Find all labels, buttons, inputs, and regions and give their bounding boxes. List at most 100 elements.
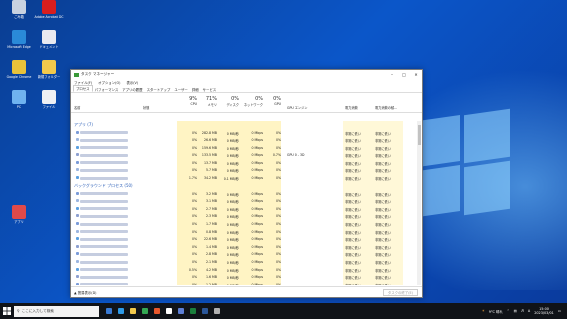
- col-memory[interactable]: 71% メモリ: [199, 96, 217, 107]
- process-row[interactable]: 0% 1.6 MB 0 MB/秒 0 Mbps 0% 非常に低い 非常に低い: [71, 274, 417, 282]
- cell-power: 非常に低い: [345, 177, 361, 182]
- chevron-up-icon[interactable]: ⌃: [507, 309, 510, 313]
- cell-disk: 0 MB/秒: [226, 238, 239, 243]
- col-name[interactable]: 名前: [74, 105, 80, 110]
- cell-cpu: 0%: [191, 130, 197, 135]
- network-icon[interactable]: ▤: [514, 309, 517, 313]
- app-icon: [12, 90, 26, 104]
- cell-gpu: 0%: [275, 199, 281, 204]
- tab-startup[interactable]: スタートアップ: [145, 87, 173, 92]
- cell-mem: 22.6 MB: [203, 237, 217, 242]
- notification-icon[interactable]: ▭: [558, 309, 561, 313]
- volume-icon[interactable]: ♬: [521, 309, 524, 313]
- cell-disk: 0 MB/秒: [226, 207, 239, 212]
- process-row[interactable]: 1.7% 34.2 MB 0.1 MB/秒 0 Mbps 0% 非常に低い 非常に低い: [71, 175, 417, 183]
- process-name-blurred: [80, 176, 128, 180]
- desktop-icon[interactable]: ファイル: [32, 90, 66, 128]
- app-icon: [12, 0, 26, 14]
- process-row[interactable]: 0% 1.7 MB 0 MB/秒 0 Mbps 0% 非常に低い 非常に低い: [71, 221, 417, 229]
- tab-users[interactable]: ユーザー: [172, 87, 190, 92]
- tab-processes[interactable]: プロセス: [73, 85, 93, 92]
- cell-disk: 0 MB/秒: [226, 230, 239, 235]
- cell-net: 0 Mbps: [251, 260, 264, 264]
- cell-cpu: 0%: [191, 282, 197, 285]
- process-row[interactable]: 0% 22.6 MB 0 MB/秒 0 Mbps 0% 非常に低い 非常に低い: [71, 236, 417, 244]
- process-icon: [76, 214, 79, 218]
- process-icon: [76, 153, 79, 157]
- tab-app-history[interactable]: アプリの履歴: [120, 87, 144, 92]
- process-row[interactable]: 0% 2.3 MB 0 MB/秒 0 Mbps 0% 非常に低い 非常に低い: [71, 213, 417, 221]
- clock[interactable]: 15:00 2023/03/01: [534, 307, 554, 315]
- cell-gpu: 0.7%: [272, 153, 281, 158]
- taskbar-app-icon[interactable]: [118, 308, 124, 314]
- process-row[interactable]: 0% 3.2 MB 0 MB/秒 0 Mbps 0% 非常に低い 非常に低い: [71, 190, 417, 198]
- cell-mem: 2.3 MB: [205, 214, 217, 219]
- cell-gpu: 0%: [275, 229, 281, 234]
- cell-mem: 2.8 MB: [205, 252, 217, 257]
- process-list: アプリ (7) 0% 282.8 MB 0 MB/秒 0 Mbps 0% 非常に低い 非常に低…: [71, 121, 417, 285]
- menu-options[interactable]: オプション(O): [98, 80, 120, 85]
- taskbar-app-icon[interactable]: [202, 308, 208, 314]
- close-icon[interactable]: ✕: [410, 72, 422, 77]
- col-power[interactable]: 電力消費: [345, 105, 358, 110]
- taskbar-app-icon[interactable]: [154, 308, 160, 314]
- process-name-blurred: [80, 245, 128, 249]
- col-power-trend[interactable]: 電力消費の傾...: [375, 105, 397, 110]
- maximize-icon[interactable]: □: [398, 72, 410, 77]
- col-gpu-engine[interactable]: GPU エンジン: [287, 105, 308, 110]
- col-gpu[interactable]: 0% GPU: [267, 96, 281, 106]
- cell-power: 非常に低い: [345, 223, 361, 228]
- col-network[interactable]: 0% ネットワーク: [241, 96, 263, 107]
- taskbar-app-icon[interactable]: [214, 308, 220, 314]
- taskbar-app-icon[interactable]: [166, 308, 172, 314]
- taskbar-app-icon[interactable]: [178, 308, 184, 314]
- taskbar-app-icon[interactable]: [130, 308, 136, 314]
- minimize-icon[interactable]: –: [386, 72, 398, 77]
- process-row[interactable]: 0% 3.1 MB 0 MB/秒 0 Mbps 0% 非常に低い 非常に低い: [71, 198, 417, 206]
- process-row[interactable]: 0% 1.4 MB 0 MB/秒 0 Mbps 0% 非常に低い 非常に低い: [71, 243, 417, 251]
- section-apps[interactable]: アプリ (7): [71, 121, 417, 129]
- col-cpu[interactable]: 9% CPU: [179, 96, 197, 106]
- taskbar-app-icon[interactable]: [190, 308, 196, 314]
- process-name-blurred: [80, 192, 128, 196]
- menu-file[interactable]: ファイル(F): [74, 80, 92, 85]
- process-row[interactable]: 0% 282.8 MB 0 MB/秒 0 Mbps 0% 非常に低い 非常に低い: [71, 129, 417, 137]
- process-row[interactable]: 0% 2.7 MB 0 MB/秒 0 Mbps 0% 非常に低い 非常に低い: [71, 205, 417, 213]
- app-icon: [12, 205, 26, 219]
- taskbar-app-icon[interactable]: [142, 308, 148, 314]
- process-row[interactable]: 0% 5.7 MB 0 MB/秒 0 Mbps 0% 非常に低い 非常に低い: [71, 167, 417, 175]
- process-row[interactable]: 0% 2.1 MB 0 MB/秒 0 Mbps 0% 非常に低い 非常に低い: [71, 259, 417, 267]
- end-task-button[interactable]: タスクの終了(E): [382, 289, 418, 296]
- process-row[interactable]: 0% 0.8 MB 0 MB/秒 0 Mbps 0% 非常に低い 非常に低い: [71, 228, 417, 236]
- process-row[interactable]: 0.5% 4.2 MB 0 MB/秒 0 Mbps 0% 非常に低い 非常に低い: [71, 266, 417, 274]
- cell-net: 0 Mbps: [251, 229, 264, 234]
- tab-services[interactable]: サービス: [201, 87, 219, 92]
- tab-performance[interactable]: パフォーマンス: [93, 87, 121, 92]
- title-bar[interactable]: タスク マネージャー – □ ✕: [71, 70, 422, 79]
- scrollbar-thumb[interactable]: [417, 125, 421, 145]
- tab-details[interactable]: 詳細: [190, 87, 201, 92]
- start-button[interactable]: [0, 303, 14, 319]
- section-background[interactable]: バックグラウンド プロセス (50): [71, 182, 417, 190]
- weather-icon[interactable]: ☀: [482, 309, 485, 313]
- ime-indicator[interactable]: A: [528, 309, 530, 313]
- cell-gpu-engine: GPU 0 - 3D: [287, 153, 305, 158]
- process-row[interactable]: 0% 1.2 MB 0 MB/秒 0 Mbps 0% 非常に低い 非常に低い: [71, 281, 417, 285]
- desktop-icon[interactable]: アプリ: [2, 205, 36, 243]
- col-disk[interactable]: 0% ディスク: [221, 96, 239, 107]
- weather-text[interactable]: 9°C 晴れ: [489, 309, 503, 314]
- desktop-icon[interactable]: PC: [2, 90, 36, 128]
- fewer-details-button[interactable]: ▲ 簡易表示(D): [74, 290, 97, 295]
- process-row[interactable]: 0% 159.6 MB 0 MB/秒 0 Mbps 0% 非常に低い 非常に低い: [71, 144, 417, 152]
- cell-mem: 3.2 MB: [205, 191, 217, 196]
- taskbar-app-icon[interactable]: [106, 308, 112, 314]
- taskbar-search-box[interactable]: ⚲ ここに入力して検索: [14, 305, 99, 317]
- scrollbar[interactable]: [417, 121, 421, 285]
- process-row[interactable]: 0% 13.7 MB 0 MB/秒 0 Mbps 0% 非常に低い 非常に低い: [71, 159, 417, 167]
- col-status[interactable]: 状態: [143, 105, 149, 110]
- process-row[interactable]: 0% 133.5 MB 0 MB/秒 0 Mbps 0.7% GPU 0 - 3D 非常に低…: [71, 152, 417, 160]
- process-row[interactable]: 0% 2.8 MB 0 MB/秒 0 Mbps 0% 非常に低い 非常に低い: [71, 251, 417, 259]
- menu-view[interactable]: 表示(V): [126, 80, 138, 85]
- process-row[interactable]: 0% 26.6 MB 0 MB/秒 0 Mbps 0% 非常に低い 非常に低い: [71, 137, 417, 145]
- cell-cpu: 0%: [191, 214, 197, 219]
